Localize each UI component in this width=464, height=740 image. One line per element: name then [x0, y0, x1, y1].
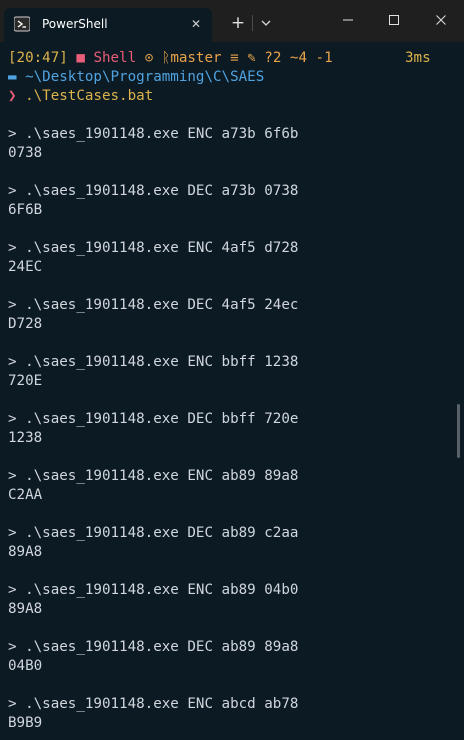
output-command-line: > .\saes_1901148.exe ENC ab89 04b0 [8, 582, 299, 598]
output-result-line: 720E [8, 373, 43, 389]
close-button[interactable] [418, 0, 464, 40]
close-icon [436, 15, 446, 25]
tab-title: PowerShell [42, 17, 108, 31]
new-tab-button[interactable]: + [226, 12, 250, 34]
output-command-line: > .\saes_1901148.exe ENC bbff 1238 [8, 354, 299, 370]
maximize-button[interactable] [371, 0, 417, 40]
output-result-line: 0738 [8, 145, 43, 161]
scrollbar-thumb[interactable] [457, 404, 460, 458]
output-result-line: C2AA [8, 487, 43, 503]
command-text: .\TestCases.bat [25, 88, 154, 104]
title-bar[interactable]: PowerShell ✕ + [0, 0, 464, 42]
git-status: ≡ ✎ ?2 ~4 -1 [230, 50, 333, 66]
output-command-line: > .\saes_1901148.exe DEC ab89 89a8 [8, 639, 299, 655]
current-path: ~\Desktop\Programming\C\SAES [25, 69, 265, 85]
output-result-line: 24EC [8, 259, 43, 275]
output-command-line: > .\saes_1901148.exe ENC a73b 6f6b [8, 126, 299, 142]
powershell-icon [13, 16, 31, 32]
command-line: ❯ .\TestCases.bat [8, 87, 153, 106]
folder-icon: ▬ [8, 69, 17, 85]
output-result-line: B9B9 [8, 715, 43, 731]
terminal-window: PowerShell ✕ + [20:47] ■ Shell ⊙ ᚱmaster… [0, 0, 464, 740]
output-result-line: 04B0 [8, 658, 43, 674]
prompt-chevron: ❯ [8, 88, 17, 104]
output-command-line: > .\saes_1901148.exe ENC 4af5 d728 [8, 240, 299, 256]
minimize-icon [343, 19, 353, 21]
output-command-line: > .\saes_1901148.exe ENC ab89 89a8 [8, 468, 299, 484]
output-command-line: > .\saes_1901148.exe DEC 4af5 24ec [8, 297, 299, 313]
output-result-line: 89A8 [8, 601, 43, 617]
tab-divider [252, 15, 253, 31]
output-result-line: 89A8 [8, 544, 43, 560]
prompt-line: [20:47] ■ Shell ⊙ ᚱmaster ≡ ✎ ?2 ~4 -1 3m… [8, 49, 448, 68]
maximize-icon [389, 15, 399, 25]
tab-close-icon[interactable]: ✕ [186, 14, 206, 34]
output-result-line: D728 [8, 316, 43, 332]
prompt-time: [20:47] [8, 50, 68, 66]
git-segment: ⊙ ᚱmaster ≡ ✎ ?2 ~4 -1 [145, 50, 333, 66]
path-line: ▬ ~\Desktop\Programming\C\SAES [8, 68, 264, 87]
output-result-line: 6F6B [8, 202, 43, 218]
branch-name: master [170, 50, 222, 66]
output-result-line: 1238 [8, 430, 43, 446]
chevron-down-icon[interactable] [256, 12, 276, 34]
shell-icon: ■ [76, 50, 85, 66]
shell-segment: ■ Shell [76, 50, 136, 66]
prompt-duration: 3ms [405, 50, 431, 66]
output-command-line: > .\saes_1901148.exe DEC a73b 0738 [8, 183, 299, 199]
terminal-content[interactable]: [20:47] ■ Shell ⊙ ᚱmaster ≡ ✎ ?2 ~4 -1 3m… [0, 42, 452, 740]
output-command-line: > .\saes_1901148.exe ENC abcd ab78 [8, 696, 299, 712]
tab-powershell[interactable]: PowerShell ✕ [4, 8, 212, 42]
output-command-line: > .\saes_1901148.exe DEC ab89 c2aa [8, 525, 299, 541]
shell-label: Shell [93, 50, 137, 66]
minimize-button[interactable] [325, 0, 371, 40]
scrollbar[interactable] [452, 42, 464, 740]
output-command-line: > .\saes_1901148.exe DEC bbff 720e [8, 411, 299, 427]
github-icon: ⊙ [144, 50, 154, 66]
